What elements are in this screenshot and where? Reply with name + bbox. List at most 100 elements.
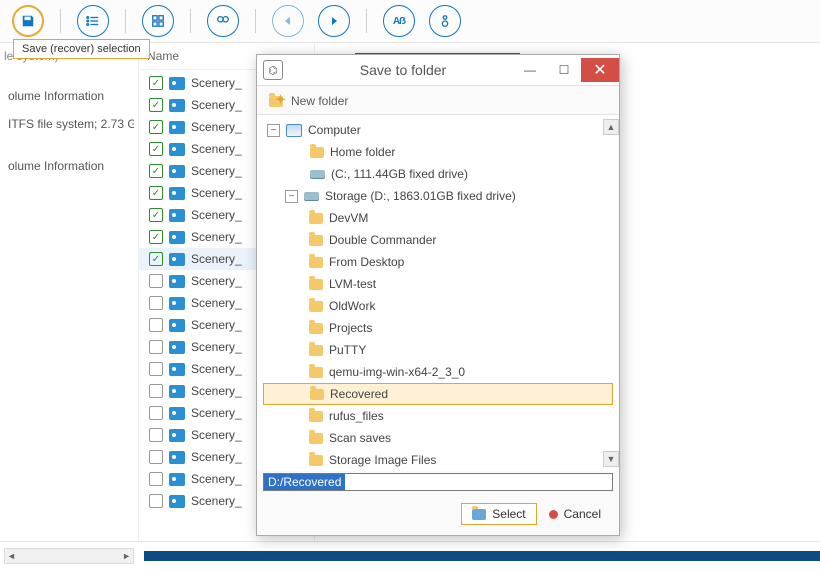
checkbox[interactable]: ✓ xyxy=(149,450,163,464)
tree-node-folder[interactable]: Recovered xyxy=(263,383,613,405)
left-row[interactable]: olume Information xyxy=(8,159,134,173)
maximize-button[interactable]: ☐ xyxy=(547,58,581,82)
checkbox[interactable]: ✓ xyxy=(149,120,163,134)
image-icon xyxy=(169,143,185,156)
left-row[interactable]: ITFS file system; 2.73 GB in xyxy=(8,117,134,131)
grid-button[interactable] xyxy=(142,5,174,37)
save-button[interactable] xyxy=(12,5,44,37)
tree-label: PuTTY xyxy=(329,343,366,357)
scroll-up-icon[interactable]: ▲ xyxy=(603,119,619,135)
accounts-button[interactable] xyxy=(429,5,461,37)
checkbox[interactable]: ✓ xyxy=(149,384,163,398)
image-icon xyxy=(169,407,185,420)
file-name: Scenery_ xyxy=(191,274,242,288)
new-folder-label: New folder xyxy=(291,94,348,108)
folder-icon xyxy=(309,235,323,246)
tree-node-folder[interactable]: Storage Image Files xyxy=(263,449,613,471)
next-button[interactable] xyxy=(318,5,350,37)
tree-node-c-drive[interactable]: · (C:, 111.44GB fixed drive) xyxy=(263,163,613,185)
checkbox[interactable]: ✓ xyxy=(149,98,163,112)
tree-node-computer[interactable]: − Computer xyxy=(263,119,613,141)
folder-icon xyxy=(310,147,324,158)
tree-node-folder[interactable]: Double Commander xyxy=(263,229,613,251)
checkbox[interactable]: ✓ xyxy=(149,186,163,200)
checkbox[interactable]: ✓ xyxy=(149,230,163,244)
close-button[interactable]: ✕ xyxy=(581,58,619,82)
tree-label: LVM-test xyxy=(329,277,376,291)
image-icon xyxy=(169,187,185,200)
tree-node-folder[interactable]: OldWork xyxy=(263,295,613,317)
checkbox[interactable]: ✓ xyxy=(149,406,163,420)
tree-label: DevVM xyxy=(329,211,368,225)
text-options-button[interactable]: Aẞ xyxy=(383,5,415,37)
path-value: D:/Recovered xyxy=(264,474,345,490)
tree-label: Projects xyxy=(329,321,372,335)
checkbox[interactable]: ✓ xyxy=(149,76,163,90)
search-button[interactable] xyxy=(207,5,239,37)
image-icon xyxy=(169,297,185,310)
checkbox[interactable]: ✓ xyxy=(149,428,163,442)
h-scrollbar[interactable]: ◄► xyxy=(4,548,134,564)
tree-node-d-drive[interactable]: − Storage (D:, 1863.01GB fixed drive) xyxy=(263,185,613,207)
tree-node-folder[interactable]: LVM-test xyxy=(263,273,613,295)
image-icon xyxy=(169,363,185,376)
checkbox[interactable]: ✓ xyxy=(149,142,163,156)
tree-label: Double Commander xyxy=(329,233,436,247)
image-icon xyxy=(169,429,185,442)
file-name: Scenery_ xyxy=(191,384,242,398)
tree-label: (C:, 111.44GB fixed drive) xyxy=(331,167,468,181)
tree-node-folder[interactable]: DevVM xyxy=(263,207,613,229)
folder-icon xyxy=(309,279,323,290)
image-icon xyxy=(169,451,185,464)
new-folder-button[interactable]: ✦ New folder xyxy=(257,86,619,115)
list-button[interactable] xyxy=(77,5,109,37)
checkbox[interactable]: ✓ xyxy=(149,318,163,332)
left-row[interactable]: olume Information xyxy=(8,89,134,103)
checkbox[interactable]: ✓ xyxy=(149,164,163,178)
cancel-label: Cancel xyxy=(564,507,601,521)
dialog-app-icon: ⌬ xyxy=(263,60,283,80)
checkbox[interactable]: ✓ xyxy=(149,494,163,508)
image-icon xyxy=(169,121,185,134)
file-name: Scenery_ xyxy=(191,362,242,376)
file-name: Scenery_ xyxy=(191,230,242,244)
collapse-icon[interactable]: − xyxy=(285,190,298,203)
tree-node-folder[interactable]: rufus_files xyxy=(263,405,613,427)
checkbox[interactable]: ✓ xyxy=(149,274,163,288)
select-button[interactable]: Select xyxy=(461,503,536,525)
separator xyxy=(255,9,256,33)
disk-icon xyxy=(310,170,325,178)
tree-node-home[interactable]: · Home folder xyxy=(263,141,613,163)
file-name: Scenery_ xyxy=(191,208,242,222)
minimize-button[interactable]: — xyxy=(513,58,547,82)
folder-icon xyxy=(309,213,323,224)
collapse-icon[interactable]: − xyxy=(267,124,280,137)
file-name: Scenery_ xyxy=(191,164,242,178)
file-name: Scenery_ xyxy=(191,98,242,112)
checkbox[interactable]: ✓ xyxy=(149,472,163,486)
tree-label: Scan saves xyxy=(329,431,391,445)
folder-icon xyxy=(309,345,323,356)
tree-label: Recovered xyxy=(330,387,388,401)
tree-node-folder[interactable]: Projects xyxy=(263,317,613,339)
image-icon xyxy=(169,165,185,178)
open-folder-icon xyxy=(472,509,486,520)
scroll-down-icon[interactable]: ▼ xyxy=(603,451,619,467)
folder-icon xyxy=(309,411,323,422)
path-input[interactable]: D:/Recovered xyxy=(263,473,613,491)
checkbox[interactable]: ✓ xyxy=(149,362,163,376)
tree-node-folder[interactable]: From Desktop xyxy=(263,251,613,273)
dialog-titlebar[interactable]: ⌬ Save to folder — ☐ ✕ xyxy=(257,55,619,86)
tree-node-folder[interactable]: qemu-img-win-x64-2_3_0 xyxy=(263,361,613,383)
checkbox[interactable]: ✓ xyxy=(149,208,163,222)
tree-node-folder[interactable]: PuTTY xyxy=(263,339,613,361)
cancel-button[interactable]: Cancel xyxy=(549,507,601,521)
expand-none: · xyxy=(293,169,304,180)
prev-button[interactable] xyxy=(272,5,304,37)
checkbox[interactable]: ✓ xyxy=(149,340,163,354)
tree-node-folder[interactable]: Scan saves xyxy=(263,427,613,449)
checkbox[interactable]: ✓ xyxy=(149,296,163,310)
file-name: Scenery_ xyxy=(191,142,242,156)
checkbox[interactable]: ✓ xyxy=(149,252,163,266)
tree-scrollbar[interactable]: ▲ ▼ xyxy=(603,119,617,467)
